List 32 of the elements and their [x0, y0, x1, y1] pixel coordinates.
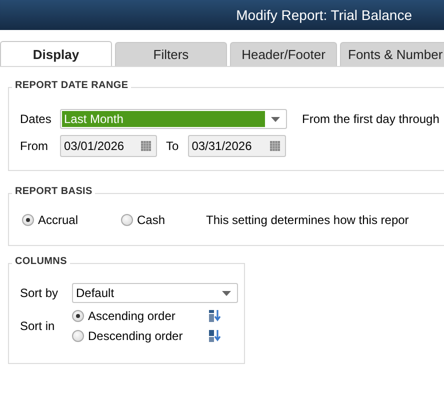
sort-descending-icon[interactable] — [209, 330, 222, 342]
window-title: Modify Report: Trial Balance — [236, 7, 412, 23]
dropdown-field[interactable]: Last Month — [60, 109, 287, 129]
radio-button[interactable] — [22, 214, 34, 226]
radio-label[interactable]: Accrual — [38, 212, 78, 226]
field-label: Sort in — [20, 319, 56, 333]
date-field[interactable]: 03/31/2026 — [188, 135, 286, 157]
field-label: From — [20, 139, 49, 153]
tab[interactable]: Display — [0, 41, 112, 66]
date-field[interactable]: 03/01/2026 — [60, 135, 157, 157]
calendar-icon[interactable] — [270, 141, 280, 151]
field-label: To — [166, 139, 179, 153]
radio-label[interactable]: Ascending order — [88, 309, 205, 323]
section-heading: REPORT DATE RANGE — [12, 80, 132, 91]
section-heading: COLUMNS — [12, 256, 70, 267]
dropdown-caret-icon[interactable] — [270, 116, 280, 122]
tab[interactable]: Fonts & Number — [340, 42, 444, 66]
description-text: From the first day through — [302, 112, 440, 126]
field-label: Sort by — [20, 286, 60, 300]
dropdown-field[interactable]: Default — [72, 283, 238, 303]
tab[interactable]: Filters — [115, 42, 227, 66]
dropdown-caret-icon[interactable] — [222, 290, 230, 296]
radio-label[interactable]: Descending order — [88, 329, 205, 343]
radio-button[interactable] — [72, 330, 84, 342]
radio-label[interactable]: Cash — [137, 212, 166, 226]
tab[interactable]: Header/Footer — [230, 42, 337, 66]
section-heading: REPORT BASIS — [12, 186, 96, 197]
radio-button[interactable] — [121, 214, 134, 226]
description-text: This setting determines how this repor — [206, 212, 409, 226]
field-label: Dates — [20, 112, 52, 126]
radio-button[interactable] — [72, 310, 84, 322]
sort-ascending-icon[interactable] — [209, 310, 222, 322]
